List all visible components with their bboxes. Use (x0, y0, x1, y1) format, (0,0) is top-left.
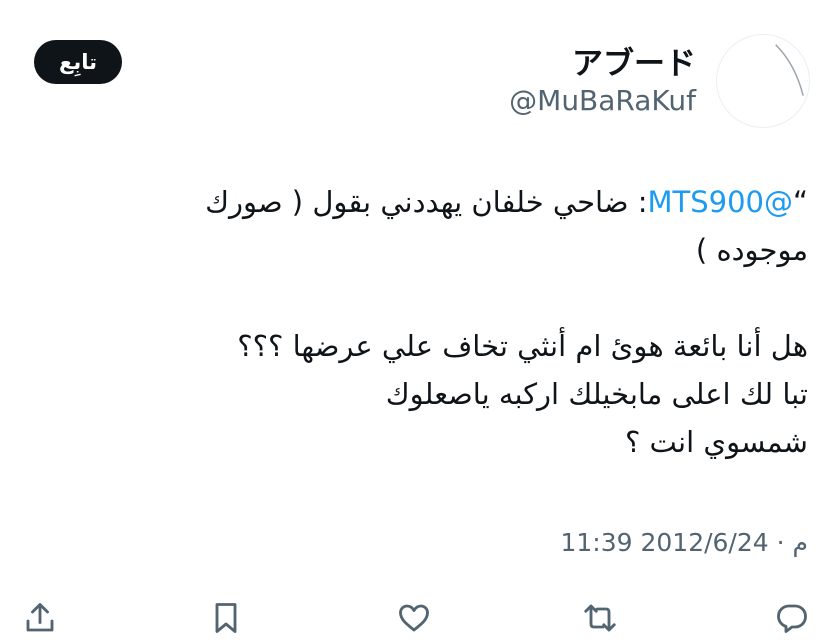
tweet-timestamp[interactable]: 11:39 م · 2012/6/24 (560, 528, 808, 557)
bookmark-button[interactable] (204, 596, 248, 640)
share-icon (26, 603, 54, 632)
tweet-line-2: هل أنا بائعة هوىٔ ام أنثي تخاف علي عرضها… (237, 329, 808, 363)
bookmark-icon (215, 603, 237, 633)
tweet-line-1: “@MTS900: ضاحي خلفان يهددني بقول ( صورك … (108, 178, 808, 274)
heart-icon (399, 604, 429, 632)
avatar-image (775, 44, 804, 96)
reply-icon (777, 604, 807, 633)
mention-link[interactable]: @MTS900 (647, 185, 793, 219)
action-bar (0, 590, 828, 644)
tweet-text: “@MTS900: ضاحي خلفان يهددني بقول ( صورك … (108, 178, 808, 466)
tweet-line-3: تبا لك اعلى مابخيلك اركبه ياصعلوك (385, 377, 808, 411)
like-button[interactable] (392, 596, 436, 640)
retweet-button[interactable] (578, 596, 622, 640)
quote-mark: “ (792, 185, 808, 219)
retweet-icon (584, 604, 616, 632)
tweet-line-4: شمسوي انت ؟ (624, 425, 808, 459)
tweet-card: تابِع アブード @MuBaRaKuf “@MTS900: ضاحي خلف… (0, 0, 828, 644)
share-button[interactable] (18, 596, 62, 640)
author-handle[interactable]: @MuBaRaKuf (509, 84, 696, 117)
reply-button[interactable] (770, 596, 814, 640)
avatar[interactable] (716, 34, 810, 128)
follow-button[interactable]: تابِع (34, 40, 122, 84)
author-display-name[interactable]: アブード (572, 38, 696, 83)
